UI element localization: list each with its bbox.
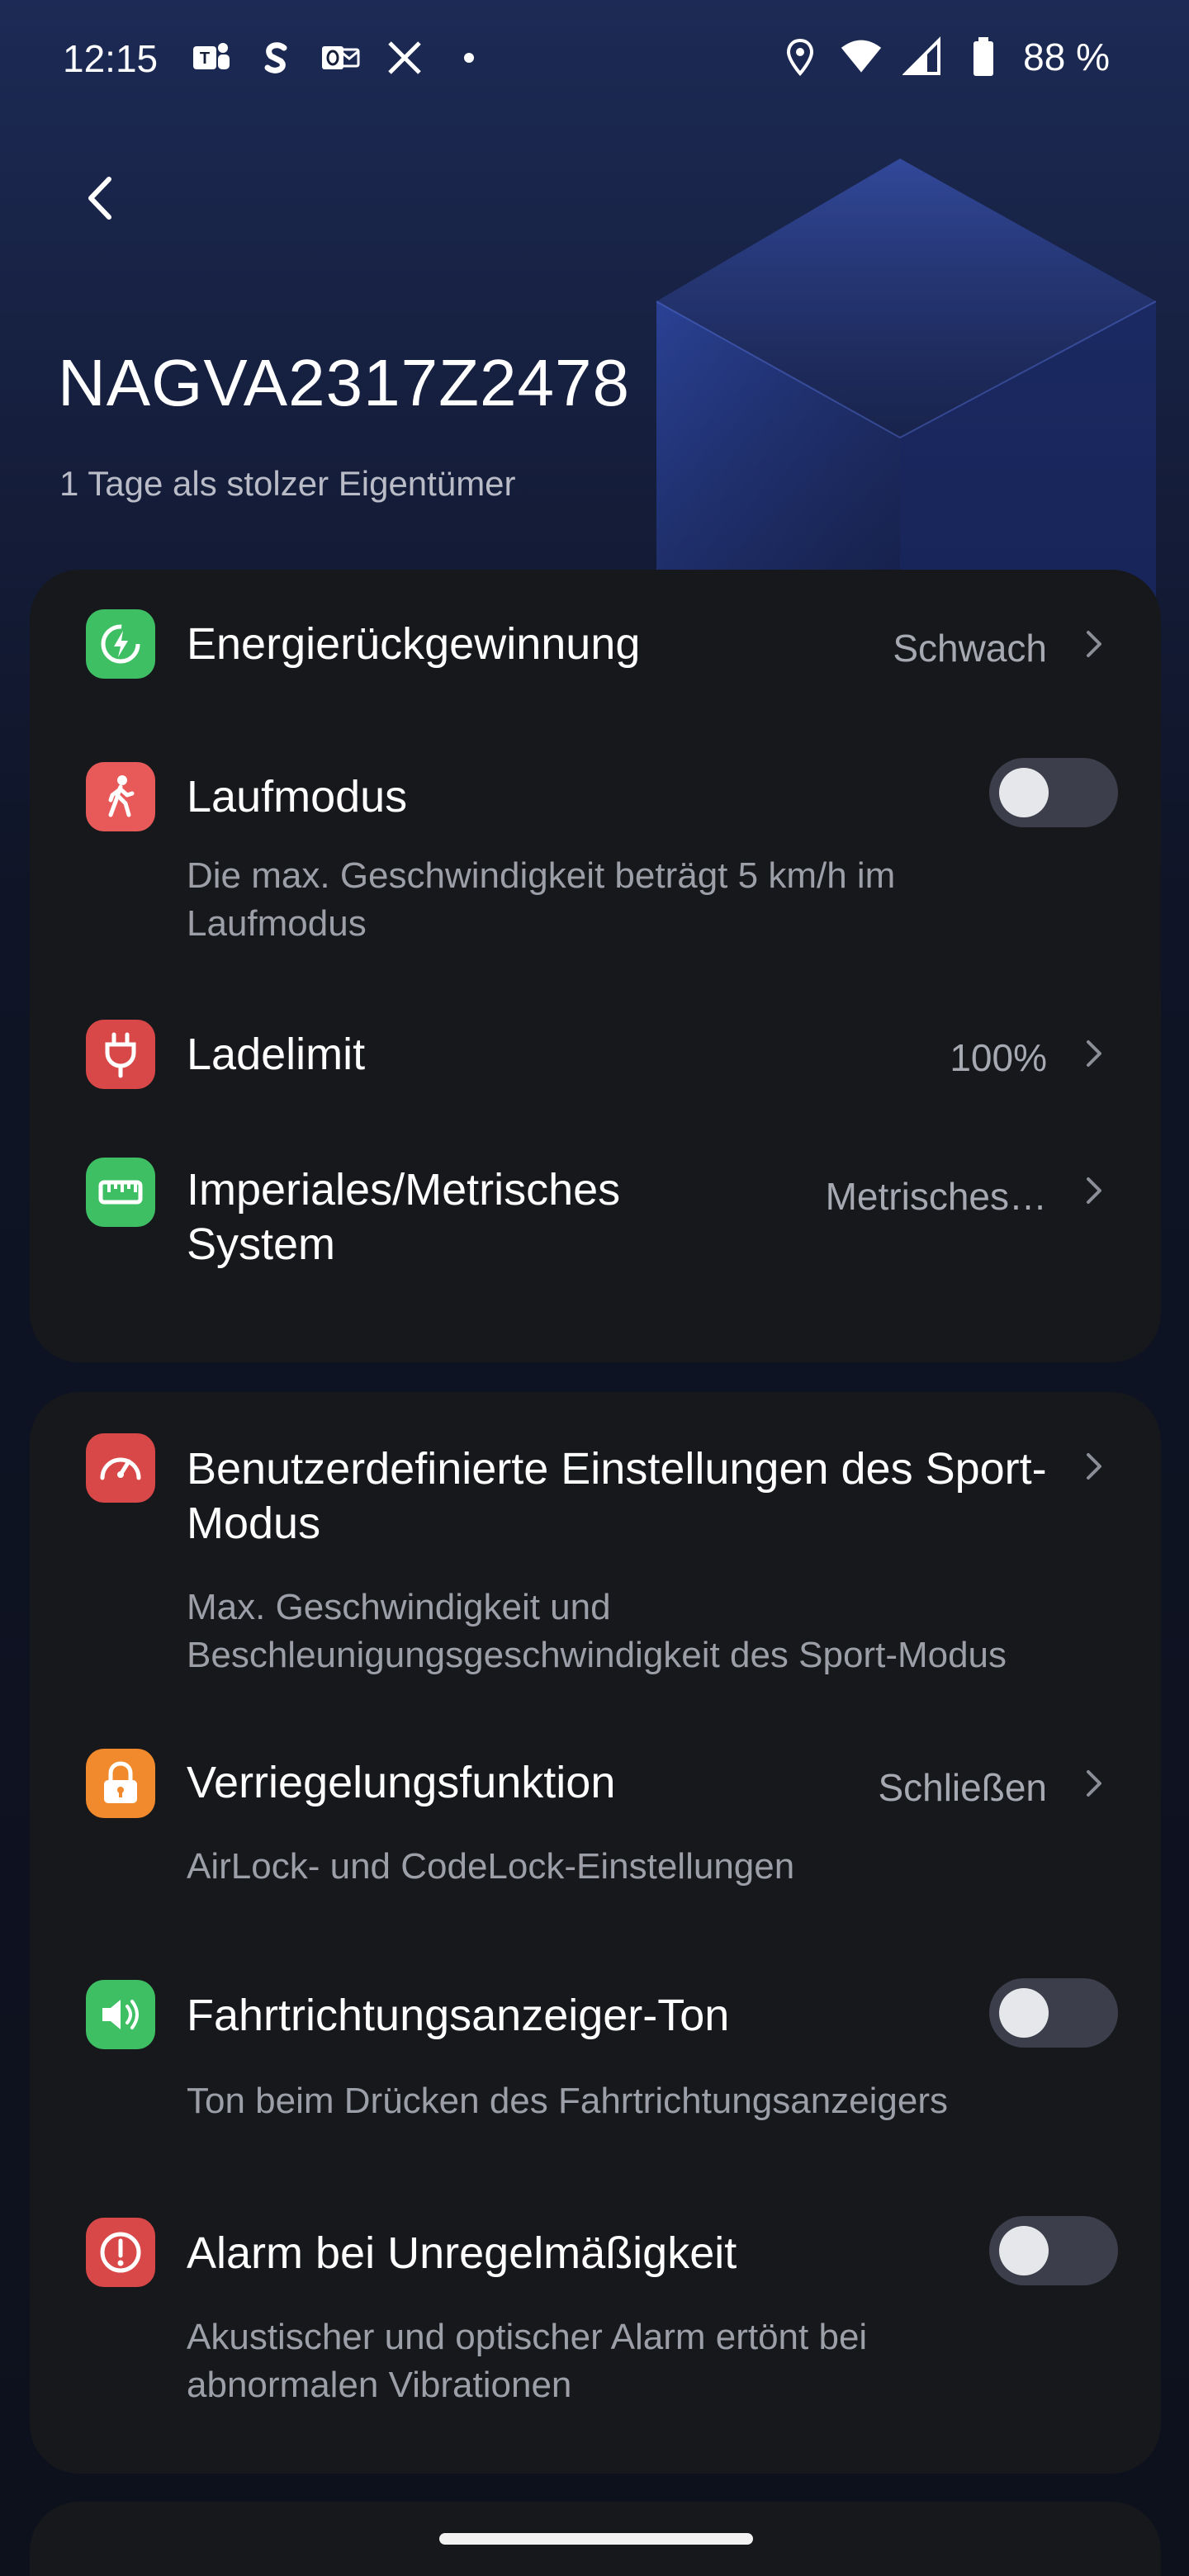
sport-mode-label: Benutzerdefinierte Einstellungen des Spo…	[187, 1444, 1047, 1548]
signal-icon	[901, 36, 944, 78]
home-indicator[interactable]	[439, 2533, 753, 2545]
chevron-right-icon	[1087, 1040, 1101, 1067]
lock-function-value: Schließen	[878, 1766, 1047, 1809]
unit-system-label: Imperiales/Metrisches System	[187, 1165, 621, 1269]
device-title: NAGVA2317Z2478	[58, 346, 630, 419]
ruler-icon	[86, 1158, 155, 1227]
back-button[interactable]	[73, 169, 130, 227]
battery-icon	[962, 36, 1005, 78]
settings-card-general: Energierückgewinnung Schwach Laufmodus D…	[30, 570, 1161, 1362]
unit-system-row[interactable]: Imperiales/Metrisches System Metrisches…	[30, 1123, 1161, 1329]
chevron-right-icon	[1087, 1177, 1101, 1204]
lock-icon	[86, 1749, 155, 1818]
lock-function-label: Verriegelungsfunktion	[187, 1758, 616, 1807]
battery-percentage: 88 %	[1023, 36, 1110, 78]
irregularity-alarm-description: Akustischer und optischer Alarm ertönt b…	[187, 2317, 868, 2405]
status-bar: 12:15 T 88 %	[0, 0, 1189, 116]
indicator-sound-description: Ton beim Drücken des Fahrtrichtungsanzei…	[187, 2081, 949, 2121]
svg-text:T: T	[200, 50, 210, 68]
alert-icon	[86, 2218, 155, 2287]
unit-system-value: Metrisches…	[825, 1175, 1047, 1218]
x-icon	[383, 36, 426, 79]
energy-recovery-value: Schwach	[893, 627, 1047, 670]
lock-function-row[interactable]: Verriegelungsfunktion Schließen AirLock-…	[30, 1706, 1161, 1937]
dot-icon	[448, 36, 490, 79]
chevron-right-icon	[1087, 1770, 1101, 1797]
chevron-right-icon	[1087, 631, 1101, 657]
indicator-sound-label: Fahrtrichtungsanzeiger-Ton	[187, 1991, 730, 2040]
decorative-cube-image	[656, 159, 1157, 611]
walk-mode-toggle[interactable]	[989, 758, 1118, 827]
irregularity-alarm-label: Alarm bei Unregelmäßigkeit	[187, 2228, 737, 2278]
indicator-sound-toggle[interactable]	[989, 1978, 1118, 2048]
sport-mode-description: Max. Geschwindigkeit und Beschleunigungs…	[187, 1587, 1007, 1675]
energy-recovery-row[interactable]: Energierückgewinnung Schwach	[30, 570, 1161, 718]
indicator-sound-row: Fahrtrichtungsanzeiger-Ton Ton beim Drüc…	[30, 1937, 1161, 2176]
status-time: 12:15	[63, 37, 159, 80]
walk-mode-description: Die max. Geschwindigkeit beträgt 5 km/h …	[187, 855, 896, 944]
irregularity-alarm-row: Alarm bei Unregelmäßigkeit Akustischer u…	[30, 2176, 1161, 2465]
irregularity-alarm-toggle[interactable]	[989, 2216, 1118, 2285]
charge-limit-label: Ladelimit	[187, 1030, 366, 1079]
ownership-subtitle: 1 Tage als stolzer Eigentümer	[59, 464, 516, 503]
charge-limit-row[interactable]: Ladelimit 100%	[30, 983, 1161, 1123]
location-icon	[779, 36, 822, 78]
plug-icon	[86, 1020, 155, 1089]
lock-function-description: AirLock- und CodeLock-Einstellungen	[187, 1846, 795, 1887]
teams-icon: T	[190, 36, 233, 79]
settings-card-ride: Benutzerdefinierte Einstellungen des Spo…	[30, 1392, 1161, 2474]
wifi-icon	[840, 36, 883, 78]
speedometer-icon	[86, 1433, 155, 1503]
walking-icon	[86, 762, 155, 831]
walk-mode-row: Laufmodus Die max. Geschwindigkeit beträ…	[30, 718, 1161, 983]
speaker-icon	[86, 1980, 155, 2049]
chevron-right-icon	[1087, 1453, 1101, 1480]
walk-mode-label: Laufmodus	[187, 772, 408, 822]
outlook-icon	[319, 36, 362, 79]
charge-limit-value: 100%	[950, 1036, 1047, 1079]
energy-recovery-icon	[86, 609, 155, 679]
shazam-icon	[254, 36, 297, 79]
energy-recovery-label: Energierückgewinnung	[187, 619, 641, 669]
sport-mode-row[interactable]: Benutzerdefinierte Einstellungen des Spo…	[30, 1392, 1161, 1706]
chevron-left-icon	[88, 177, 111, 220]
